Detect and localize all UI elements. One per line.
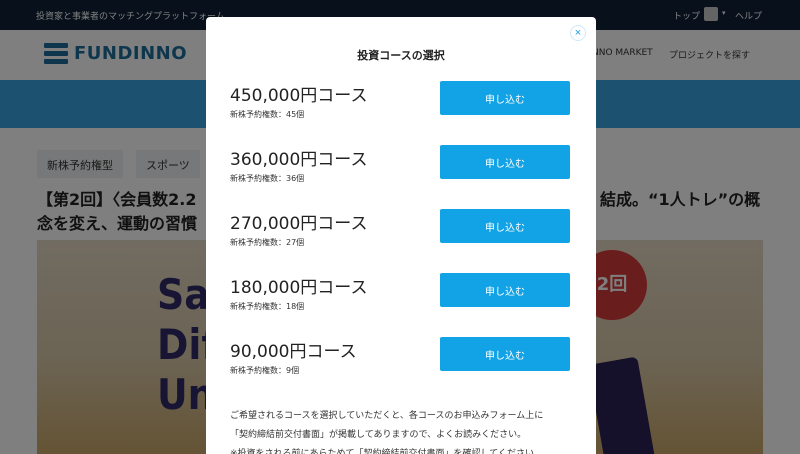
apply-button[interactable]: 申し込む <box>440 81 570 115</box>
course-price: 450,000円コース <box>230 86 368 106</box>
course-price: 180,000円コース <box>230 278 368 298</box>
course-option-count: 新株予約権数：27個 <box>230 238 305 247</box>
close-icon[interactable]: × <box>570 25 586 41</box>
course-option: 450,000円コース 新株予約権数：45個 申し込む <box>230 81 570 121</box>
note-line: ※投資をされる前にあらためて「契約締結前交付書面」を確認してください。 <box>230 449 544 454</box>
apply-button[interactable]: 申し込む <box>440 145 570 179</box>
course-price: 360,000円コース <box>230 150 368 170</box>
investment-course-modal: × 投資コースの選択 450,000円コース 新株予約権数：45個 申し込む 3… <box>206 17 596 454</box>
course-option: 90,000円コース 新株予約権数：9個 申し込む <box>230 337 570 377</box>
modal-notes: ご希望されるコースを選択していただくと、各コースのお申込みフォーム上に 「契約締… <box>230 407 575 454</box>
course-option: 270,000円コース 新株予約権数：27個 申し込む <box>230 209 570 249</box>
course-option: 180,000円コース 新株予約権数：18個 申し込む <box>230 273 570 313</box>
course-option-count: 新株予約権数：9個 <box>230 366 300 375</box>
modal-title: 投資コースの選択 <box>357 49 445 62</box>
course-price: 90,000円コース <box>230 342 357 362</box>
course-option-count: 新株予約権数：18個 <box>230 302 305 311</box>
note-line: ご希望されるコースを選択していただくと、各コースのお申込みフォーム上に <box>230 411 544 421</box>
apply-button[interactable]: 申し込む <box>440 209 570 243</box>
apply-button[interactable]: 申し込む <box>440 273 570 307</box>
course-option-count: 新株予約権数：45個 <box>230 110 305 119</box>
apply-button[interactable]: 申し込む <box>440 337 570 371</box>
course-option-count: 新株予約権数：36個 <box>230 174 305 183</box>
course-option: 360,000円コース 新株予約権数：36個 申し込む <box>230 145 570 185</box>
note-line: 「契約締結前交付書面」が掲載してありますので、よくお読みください。 <box>230 430 527 440</box>
course-price: 270,000円コース <box>230 214 368 234</box>
